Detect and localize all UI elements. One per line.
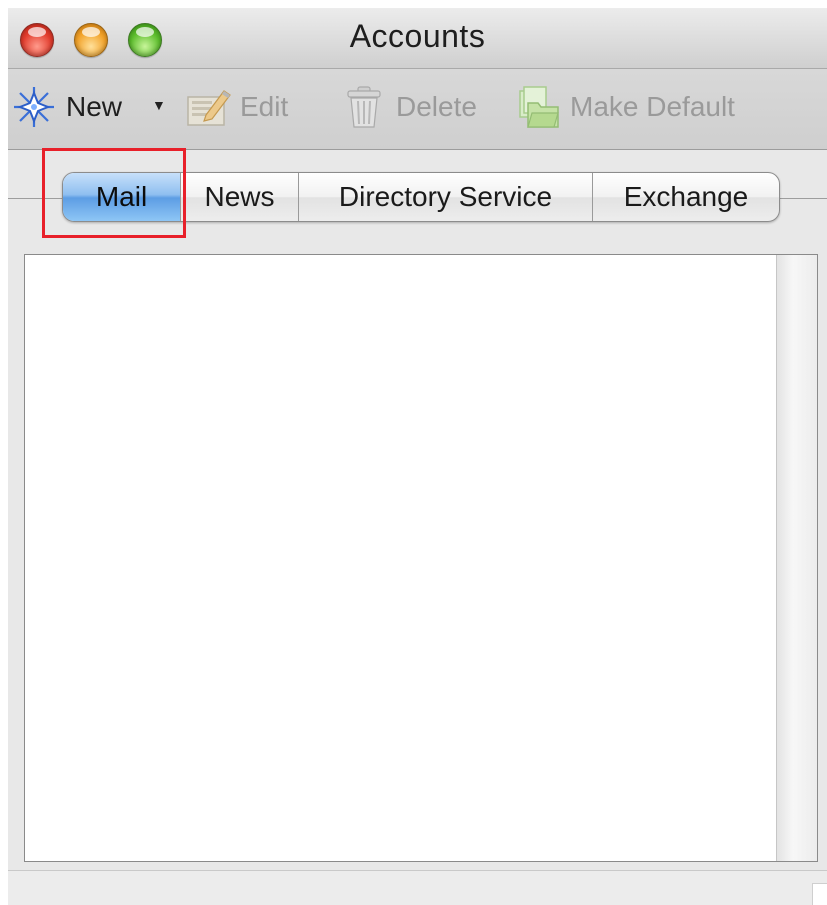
new-dropdown-arrow-icon[interactable]: ▼ <box>152 97 166 113</box>
delete-button[interactable]: Delete <box>340 85 477 129</box>
edit-button[interactable]: Edit <box>184 85 288 129</box>
window-title: Accounts <box>349 18 486 54</box>
pencil-edit-icon <box>184 85 232 129</box>
accounts-list[interactable] <box>24 254 818 862</box>
sparkle-icon <box>10 85 58 129</box>
account-type-tabs: Mail News Directory Service Exchange <box>62 172 780 222</box>
accounts-list-scrollbar[interactable] <box>776 255 817 861</box>
tab-news[interactable]: News <box>181 173 299 221</box>
new-button-label: New <box>66 91 123 122</box>
trash-icon <box>340 85 388 129</box>
toolbar: New ▼ Edit Delete Make Default <box>8 69 827 150</box>
delete-button-label: Delete <box>396 91 477 122</box>
accounts-window: Accounts New ▼ Edit Delete Make Default … <box>8 8 827 905</box>
tab-exchange[interactable]: Exchange <box>593 173 779 221</box>
make-default-button[interactable]: Make Default <box>514 85 735 129</box>
title-bar[interactable]: Accounts <box>8 8 827 69</box>
tab-directory-service[interactable]: Directory Service <box>299 173 593 221</box>
tab-mail[interactable]: Mail <box>63 173 181 221</box>
make-default-button-label: Make Default <box>570 91 735 122</box>
resize-grip[interactable] <box>812 883 827 905</box>
accounts-content: Mail News Directory Service Exchange <box>8 148 827 905</box>
edit-button-label: Edit <box>240 91 289 122</box>
folder-default-icon <box>514 85 562 129</box>
bottom-status-bar <box>8 870 827 905</box>
new-button[interactable]: New <box>10 85 122 129</box>
